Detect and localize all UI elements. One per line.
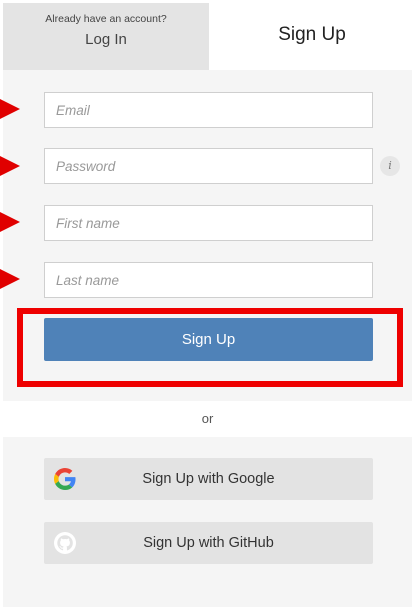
info-icon[interactable]: i	[380, 156, 400, 176]
annotation-arrow-email	[0, 99, 20, 119]
first-name-field[interactable]	[44, 205, 373, 241]
signup-page: Already have an account? Log In Sign Up …	[0, 0, 415, 607]
annotation-arrow-last-name	[0, 269, 20, 289]
login-hint: Already have an account?	[45, 13, 167, 25]
password-field[interactable]	[44, 148, 373, 184]
github-signup-label: Sign Up with GitHub	[143, 535, 274, 551]
last-name-input[interactable]	[45, 263, 372, 297]
auth-tabs: Already have an account? Log In Sign Up	[0, 0, 415, 70]
google-signup-button[interactable]: Sign Up with Google	[44, 458, 373, 500]
annotation-arrow-password	[0, 156, 20, 176]
email-input[interactable]	[45, 93, 372, 127]
password-input[interactable]	[45, 149, 372, 183]
github-signup-button[interactable]: Sign Up with GitHub	[44, 522, 373, 564]
first-name-input[interactable]	[45, 206, 372, 240]
last-name-field[interactable]	[44, 262, 373, 298]
google-signup-label: Sign Up with Google	[142, 471, 275, 487]
tab-login-label: Log In	[85, 31, 127, 48]
annotation-arrow-first-name	[0, 212, 20, 232]
or-separator: or	[201, 411, 214, 426]
tab-login[interactable]: Already have an account? Log In	[3, 3, 209, 70]
tab-signup-label: Sign Up	[278, 24, 346, 45]
tab-signup[interactable]: Sign Up	[209, 0, 415, 70]
sign-up-button[interactable]: Sign Up	[44, 318, 373, 361]
email-field[interactable]	[44, 92, 373, 128]
